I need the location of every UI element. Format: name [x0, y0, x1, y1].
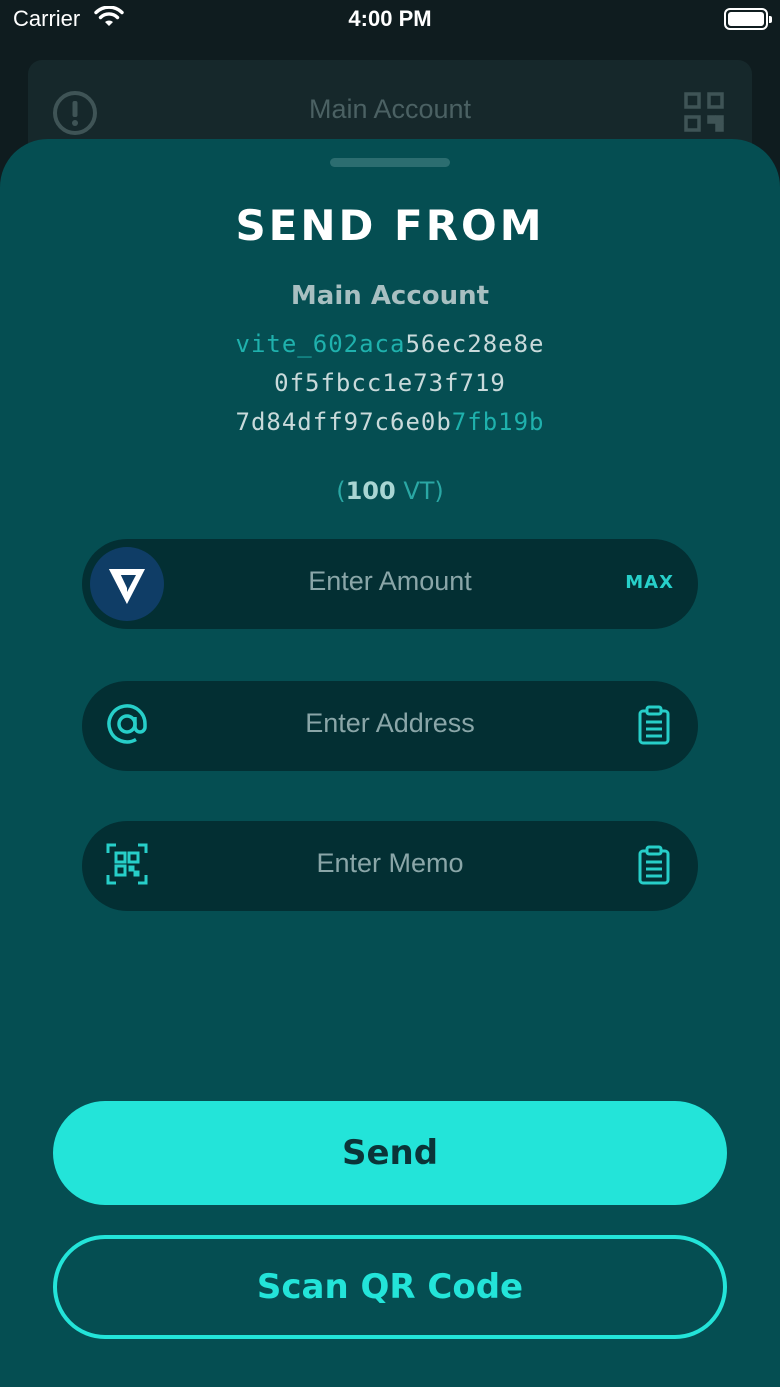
memo-input[interactable]: Enter Memo [82, 848, 698, 879]
clipboard-icon[interactable] [638, 705, 670, 749]
balance-amount: 100 [345, 477, 396, 505]
qr-code-icon[interactable] [684, 92, 724, 136]
send-button[interactable]: Send [53, 1101, 727, 1205]
address-suffix: 7fb19b [451, 408, 545, 436]
address-field[interactable]: Enter Address [82, 681, 698, 771]
clipboard-icon[interactable] [638, 845, 670, 889]
memo-field[interactable]: Enter Memo [82, 821, 698, 911]
amount-input[interactable]: Enter Amount [82, 566, 698, 597]
battery-icon [724, 8, 772, 30]
status-bar: Carrier 4:00 PM [0, 0, 780, 40]
amount-field[interactable]: Enter Amount MAX [82, 539, 698, 629]
balance-label: (100 VT) [336, 477, 444, 505]
address-part: 7d84dff97c6e0b [235, 408, 452, 436]
account-name: Main Account [290, 281, 490, 311]
address-input[interactable]: Enter Address [82, 708, 698, 739]
address-part: 0f5fbcc1e73f719 [274, 369, 506, 397]
balance-unit: VT) [395, 477, 444, 505]
sheet-grabber[interactable] [330, 158, 450, 167]
account-address: vite_602aca56ec28e8e 0f5fbcc1e73f719 7d8… [0, 325, 780, 442]
sheet-title: SEND FROM [235, 201, 545, 250]
max-button[interactable]: MAX [625, 572, 674, 593]
send-sheet: SEND FROM Main Account vite_602aca56ec28… [0, 139, 780, 1387]
address-part: 56ec28e8e [405, 330, 545, 358]
header-title: Main Account [308, 94, 472, 124]
scan-qr-code-button[interactable]: Scan QR Code [53, 1235, 727, 1339]
address-prefix: vite_602aca [235, 330, 406, 358]
status-time: 4:00 PM [348, 6, 432, 31]
